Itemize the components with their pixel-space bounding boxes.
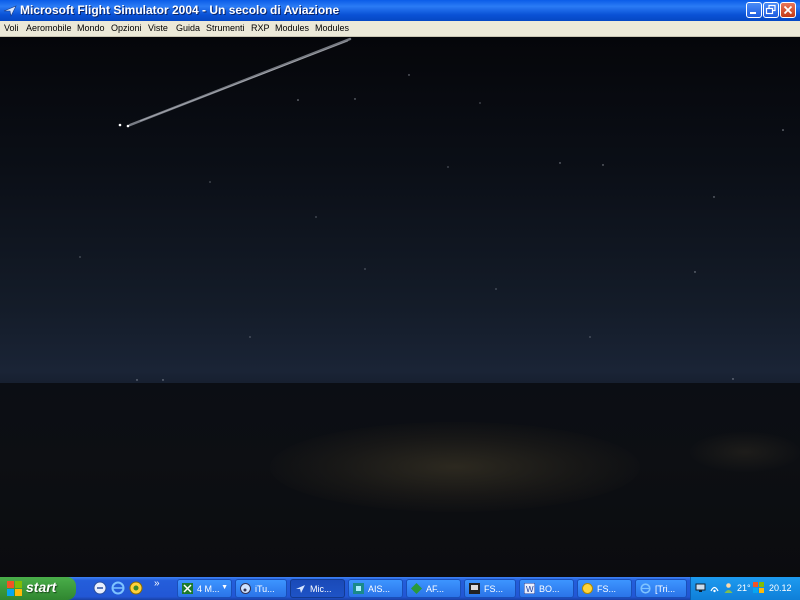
network-icon[interactable] xyxy=(695,582,706,593)
start-label: start xyxy=(26,579,57,595)
task-button-af[interactable]: AF... xyxy=(406,579,461,598)
task-button-fs[interactable]: FS... xyxy=(464,579,516,598)
itunes-icon xyxy=(240,583,251,594)
menu-viste[interactable]: Viste xyxy=(148,23,168,33)
chevron-down-icon: ▼ xyxy=(221,584,228,591)
task-label: AF... xyxy=(426,584,445,594)
task-label: Mic... xyxy=(310,584,332,594)
taskbar: start » 4 M... ▼ iTu... Mic... AIS... AF… xyxy=(0,577,800,600)
menu-bar: Voli Aeromobile Mondo Opzioni Viste Guid… xyxy=(0,21,800,37)
restore-icon xyxy=(765,4,776,15)
fs-icon xyxy=(469,583,480,594)
close-icon xyxy=(783,5,793,15)
restore-button[interactable] xyxy=(763,2,779,18)
quick-launch-more[interactable]: » xyxy=(154,578,160,589)
menu-opzioni[interactable]: Opzioni xyxy=(111,23,142,33)
plane-icon xyxy=(295,583,306,594)
close-button[interactable] xyxy=(780,2,796,18)
aircraft-light xyxy=(126,124,130,128)
menu-voli[interactable]: Voli xyxy=(4,23,19,33)
minimize-icon xyxy=(750,12,756,14)
task-label: FS... xyxy=(597,584,617,594)
menu-guida[interactable]: Guida xyxy=(176,23,200,33)
menu-mondo[interactable]: Mondo xyxy=(77,23,105,33)
plane-icon xyxy=(3,3,17,17)
menu-modules-2[interactable]: Modules xyxy=(315,23,349,33)
af-icon xyxy=(411,583,422,594)
media-icon[interactable] xyxy=(129,581,143,595)
task-label: 4 M... xyxy=(197,584,220,594)
task-button-excel[interactable]: 4 M... ▼ xyxy=(177,579,232,598)
wireless-icon[interactable] xyxy=(709,582,720,593)
task-label: FS... xyxy=(484,584,504,594)
user-icon[interactable] xyxy=(723,582,734,593)
excel-icon xyxy=(182,583,193,594)
start-button[interactable]: start xyxy=(0,577,76,600)
task-button-itunes[interactable]: iTu... xyxy=(235,579,287,598)
outlook-express-icon[interactable] xyxy=(93,581,107,595)
menu-rxp[interactable]: RXP xyxy=(251,23,270,33)
task-button-fs-2[interactable]: FS... xyxy=(577,579,632,598)
internet-explorer-icon xyxy=(640,583,651,594)
flag-icon[interactable] xyxy=(753,582,764,593)
task-label: BO... xyxy=(539,584,560,594)
window-title-bar[interactable]: Microsoft Flight Simulator 2004 - Un sec… xyxy=(0,0,800,21)
word-icon: W xyxy=(523,582,536,595)
task-label: AIS... xyxy=(368,584,391,594)
task-button-flight-simulator[interactable]: Mic... xyxy=(290,579,345,598)
task-button-ie[interactable]: [Tri... xyxy=(635,579,687,598)
night-sky xyxy=(79,37,784,381)
contrail-highlight xyxy=(139,40,349,122)
temperature-readout[interactable]: 21° xyxy=(737,583,751,593)
minimize-button[interactable] xyxy=(746,2,762,18)
app-icon xyxy=(353,583,364,594)
internet-explorer-icon[interactable] xyxy=(111,581,125,595)
menu-modules[interactable]: Modules xyxy=(275,23,309,33)
menu-strumenti[interactable]: Strumenti xyxy=(206,23,245,33)
system-clock[interactable]: 20.12 xyxy=(769,583,792,593)
task-label: iTu... xyxy=(255,584,275,594)
menu-aeromobile[interactable]: Aeromobile xyxy=(26,23,72,33)
stars xyxy=(79,74,784,381)
fs-sun-icon xyxy=(582,583,593,594)
window-title: Microsoft Flight Simulator 2004 - Un sec… xyxy=(20,3,340,17)
task-button-word[interactable]: W BO... xyxy=(519,579,574,598)
task-button-ais[interactable]: AIS... xyxy=(348,579,403,598)
task-label: [Tri... xyxy=(655,584,676,594)
aircraft-light xyxy=(118,123,122,127)
windows-logo-icon xyxy=(7,581,23,599)
simulator-viewport[interactable] xyxy=(0,37,800,577)
svg-text:W: W xyxy=(526,585,534,594)
